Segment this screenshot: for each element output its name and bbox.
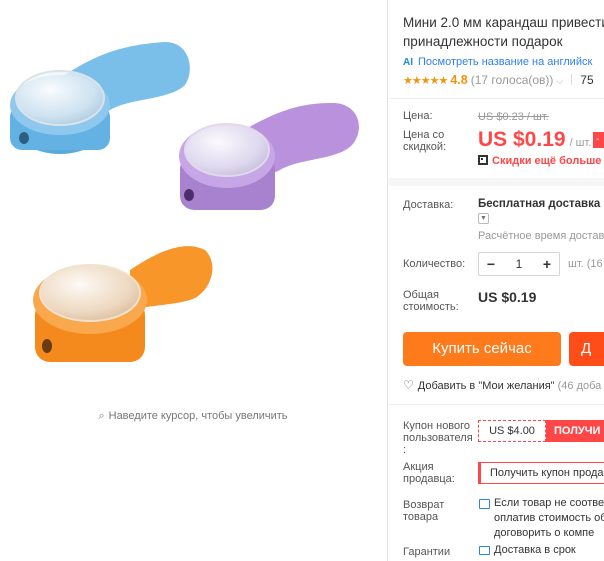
- new-user-coupon-label-line1: Купон нового: [403, 420, 471, 432]
- product-title: Мини 2.0 мм карандаш привести принадлежн…: [403, 13, 604, 51]
- estimated-delivery: Расчётное время доставк: [478, 230, 604, 242]
- decrement-button[interactable]: −: [479, 256, 503, 272]
- price-label: Цена:: [403, 110, 433, 122]
- total-label-line1: Общая: [403, 289, 439, 301]
- orders-count: 75: [580, 73, 594, 87]
- returns-text-line3: договорить о компе: [494, 527, 595, 539]
- blue-sharpener: [10, 42, 190, 154]
- discount-badge: -: [593, 132, 604, 148]
- product-info-panel: Мини 2.0 мм карандаш привести принадлежн…: [388, 0, 604, 561]
- product-title-line1: Мини 2.0 мм карандаш привести: [403, 15, 604, 30]
- seller-coupon-button[interactable]: Получить купон прода: [478, 462, 604, 484]
- purple-sharpener: [179, 102, 359, 210]
- new-user-coupon-label-line3: :: [403, 444, 407, 456]
- total-value: US $0.19: [478, 289, 537, 305]
- buy-now-button[interactable]: Купить сейчас: [403, 332, 561, 366]
- current-price: US $0.19/ шт.: [478, 128, 591, 152]
- price-unit: / шт.: [569, 137, 592, 149]
- discount-price-label-line1: Цена со: [403, 129, 445, 141]
- get-coupon-button[interactable]: ПОЛУЧИ: [546, 420, 604, 442]
- shipping-label: Доставка:: [403, 199, 454, 211]
- wishlist-text[interactable]: Добавить в "Мои желания": [418, 380, 555, 392]
- returns-label: Возврат товара: [403, 499, 444, 523]
- quantity-label: Количество:: [403, 258, 466, 270]
- zoom-hint: ⌕ Наведите курсор, чтобы увеличить: [0, 410, 386, 423]
- more-discounts-text[interactable]: Скидки ещё больше в: [492, 155, 604, 167]
- quantity-input[interactable]: 1: [503, 257, 535, 271]
- returns-text: Если товар не соответ оплатив стоимость …: [494, 496, 604, 541]
- orange-sharpener: [33, 246, 213, 362]
- returns-text-line2: оплатив стоимость об: [494, 512, 604, 524]
- heart-icon: ♡: [403, 378, 414, 392]
- rating-score: 4.8: [450, 73, 468, 87]
- section-separator: [388, 178, 604, 186]
- wishlist-link[interactable]: ♡ Добавить в "Мои желания" (46 доба: [403, 378, 601, 392]
- chevron-down-icon[interactable]: ▼: [478, 213, 489, 224]
- quantity-unit: шт. (16: [568, 258, 603, 270]
- product-gallery: ⌕ Наведите курсор, чтобы увеличить: [0, 0, 386, 561]
- reviews-link[interactable]: (17 голоса(ов)): [471, 73, 554, 87]
- old-price: US $0.23 / шт.: [478, 111, 549, 123]
- total-label: Общая стоимость:: [403, 289, 459, 313]
- seller-promo-label-line1: Акция: [403, 461, 434, 473]
- product-image[interactable]: [0, 0, 386, 400]
- zoom-hint-text: Наведите курсор, чтобы увеличить: [108, 410, 288, 422]
- seller-promo-label: Акция продавца:: [403, 461, 455, 485]
- new-user-coupon-label: Купон нового пользователя :: [403, 420, 473, 456]
- divider: [388, 404, 604, 405]
- magnifier-icon: ⌕: [98, 410, 105, 422]
- price-amount: US $0.19: [478, 128, 566, 151]
- star-rating-icon: ★★★★★: [403, 75, 448, 87]
- divider: [388, 98, 604, 99]
- wishlist-count: (46 доба: [557, 380, 602, 392]
- returns-text-line1: Если товар не соответ: [494, 497, 604, 509]
- discount-price-label-line2: скидкой:: [403, 141, 447, 153]
- add-to-cart-button[interactable]: Д: [569, 332, 604, 366]
- total-label-line2: стоимость:: [403, 301, 459, 313]
- shipping-value[interactable]: Бесплатная доставка в: [478, 198, 604, 210]
- new-user-coupon-value: US $4.00: [478, 420, 546, 442]
- increment-button[interactable]: +: [535, 256, 559, 272]
- return-icon: [479, 499, 490, 509]
- translate-link[interactable]: AI Посмотреть название на английск: [403, 56, 592, 68]
- seller-promo-label-line2: продавца:: [403, 473, 455, 485]
- separator: [571, 74, 573, 85]
- discount-price-label: Цена со скидкой:: [403, 129, 446, 153]
- translate-link-text[interactable]: Посмотреть название на английск: [418, 56, 592, 68]
- quantity-stepper: − 1 +: [478, 252, 560, 276]
- qr-code-icon: [478, 155, 488, 165]
- more-discounts-link[interactable]: Скидки ещё больше в: [478, 155, 604, 167]
- returns-label-line1: Возврат: [403, 499, 445, 511]
- guarantee-text: Доставка в срок: [494, 544, 576, 556]
- guarantee-label: Гарантии: [403, 546, 451, 558]
- rating-row: ★★★★★ 4.8 (17 голоса(ов)) ⌵ 75: [403, 73, 594, 87]
- returns-label-line2: товара: [403, 511, 439, 523]
- chevron-down-icon[interactable]: ⌵: [556, 76, 563, 86]
- product-title-line2: принадлежности подарок: [403, 34, 563, 49]
- new-user-coupon-label-line2: пользователя: [403, 432, 473, 444]
- translate-icon: AI: [403, 57, 413, 68]
- truck-icon: [479, 546, 490, 555]
